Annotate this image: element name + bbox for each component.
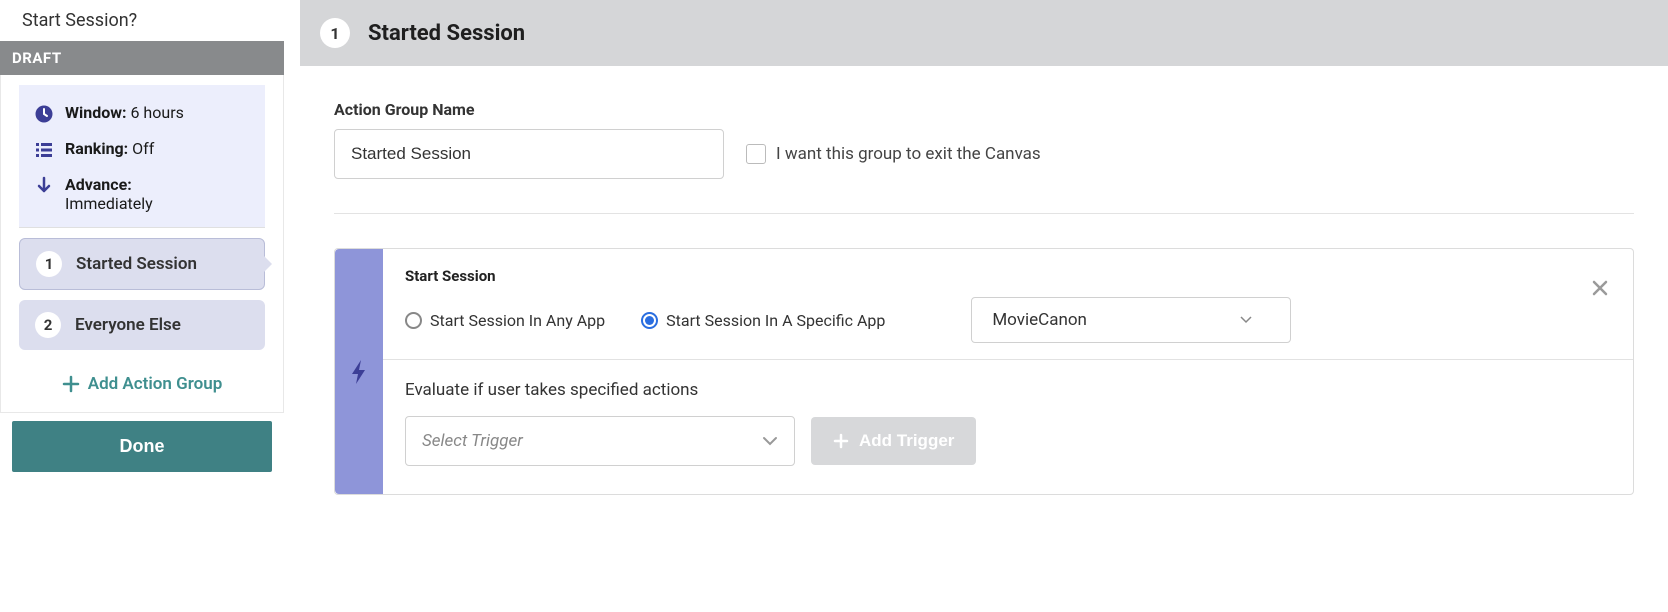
action-groups-list: 1 Started Session 2 Everyone Else Add Ac… (0, 238, 284, 413)
action-group-number: 1 (36, 251, 62, 277)
start-session-title: Start Session (405, 267, 1611, 285)
action-group-name-input[interactable] (334, 129, 724, 179)
main-panel: 1 Started Session Action Group Name I wa… (300, 0, 1668, 612)
exit-canvas-label: I want this group to exit the Canvas (776, 144, 1041, 164)
exit-canvas-checkbox[interactable] (746, 144, 766, 164)
plus-icon (833, 433, 849, 449)
add-trigger-button[interactable]: Add Trigger (811, 417, 976, 465)
session-accent-bar (335, 249, 383, 494)
arrow-down-icon (33, 175, 55, 197)
main-header-title: Started Session (368, 21, 525, 46)
caret-down-icon (1240, 316, 1252, 324)
trigger-select-dropdown[interactable]: Select Trigger (405, 416, 795, 466)
action-group-2[interactable]: 2 Everyone Else (19, 300, 265, 350)
app-select-dropdown[interactable]: MovieCanon (971, 297, 1291, 343)
chevron-down-icon (762, 436, 778, 446)
plus-icon (62, 375, 80, 393)
close-icon[interactable] (1591, 279, 1609, 297)
radio-any-app[interactable]: Start Session In Any App (405, 311, 605, 330)
radio-icon (641, 312, 658, 329)
evaluate-text: Evaluate if user takes specified actions (405, 380, 1611, 400)
setting-window: Window: 6 hours (33, 103, 251, 125)
session-block: Start Session Start Session In Any App S… (334, 248, 1634, 495)
sidebar-title: Start Session? (0, 0, 284, 41)
divider (334, 213, 1634, 214)
add-action-group-button[interactable]: Add Action Group (19, 360, 265, 412)
action-group-1[interactable]: 1 Started Session (19, 238, 265, 290)
done-button[interactable]: Done (12, 421, 272, 472)
lightning-icon (350, 359, 368, 385)
setting-ranking: Ranking: Off (33, 139, 251, 161)
action-group-name-label: Action Group Name (334, 100, 1634, 119)
action-group-number: 2 (35, 312, 61, 338)
ranking-icon (33, 139, 55, 161)
main-header: 1 Started Session (300, 0, 1668, 66)
main-header-number: 1 (320, 18, 350, 48)
draft-badge: DRAFT (0, 41, 284, 75)
setting-advance: Advance: Immediately (33, 175, 251, 213)
clock-icon (33, 103, 55, 125)
radio-specific-app[interactable]: Start Session In A Specific App (641, 311, 885, 330)
radio-icon (405, 312, 422, 329)
sidebar: Start Session? DRAFT Window: 6 hours Ran… (0, 0, 284, 612)
action-group-label: Started Session (76, 254, 197, 274)
settings-card: Window: 6 hours Ranking: Off Advance: Im… (19, 85, 265, 228)
action-group-label: Everyone Else (75, 315, 181, 335)
